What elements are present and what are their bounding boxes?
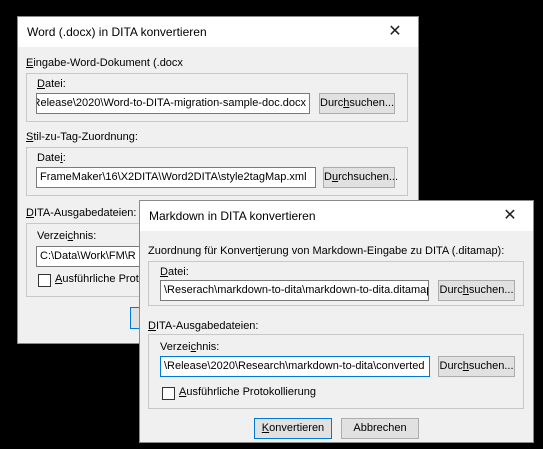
- md-dialog-titlebar: Markdown in DITA konvertieren ✕: [140, 201, 533, 231]
- word-dialog-title: Word (.docx) in DITA konvertieren: [27, 25, 207, 39]
- word-file-browse-button[interactable]: Durchsuchen...: [319, 93, 395, 114]
- md-output-section-label: DITA-Ausgabedateien:: [148, 320, 259, 332]
- md-convert-button[interactable]: Konvertieren: [254, 418, 332, 439]
- word-file-field[interactable]: Release\2020\Word-to-DITA-migration-samp…: [36, 93, 310, 114]
- word-style-section-label: Stil-zu-Tag-Zuordnung:: [26, 131, 138, 143]
- md-logging-checkbox[interactable]: [162, 387, 175, 400]
- word-output-section-label: DITA-Ausgabedateien:: [26, 207, 137, 219]
- md-file-browse-button[interactable]: Durchsuchen...: [438, 280, 515, 301]
- md-file-group: Datei: \Reserach\markdown-to-dita\markdo…: [148, 261, 524, 306]
- word-file-group: Datei: Release\2020\Word-to-DITA-migrati…: [26, 73, 408, 122]
- md-dialog-title: Markdown in DITA konvertieren: [149, 209, 316, 223]
- md-dialog-close-icon[interactable]: ✕: [487, 201, 533, 231]
- md-logging-label: Ausführliche Protokollierung: [179, 386, 316, 398]
- word-style-browse-button[interactable]: Durchsuchen...: [323, 167, 398, 188]
- md-directory-label: Verzeichnis:: [160, 341, 220, 353]
- markdown-to-dita-dialog: Markdown in DITA konvertieren ✕ Zuordnun…: [139, 200, 534, 443]
- word-directory-label: Verzeichnis:: [37, 230, 97, 242]
- md-directory-field[interactable]: \Release\2020\Research\markdown-to-dita\…: [160, 356, 430, 377]
- md-mapping-section-label: Zuordnung für Konvertierung von Markdown…: [148, 245, 505, 257]
- word-style-file-field[interactable]: FrameMaker\16\X2DITA\Word2DITA\style2tag…: [36, 167, 316, 188]
- word-dialog-titlebar: Word (.docx) in DITA konvertieren ✕: [18, 17, 418, 47]
- word-style-file-label: Datei:: [37, 152, 66, 164]
- word-logging-checkbox[interactable]: [38, 274, 51, 287]
- md-cancel-button[interactable]: Abbrechen: [341, 418, 419, 439]
- word-file-label: Datei:: [37, 78, 66, 90]
- word-dialog-close-icon[interactable]: ✕: [372, 17, 418, 47]
- md-file-label: Datei:: [160, 266, 189, 278]
- word-input-section-label: Eingabe-Word-Dokument (.docx: [26, 57, 183, 69]
- md-file-field[interactable]: \Reserach\markdown-to-dita\markdown-to-d…: [160, 280, 429, 301]
- md-output-group: Verzeichnis: \Release\2020\Research\mark…: [148, 334, 524, 409]
- word-style-group: Datei: FrameMaker\16\X2DITA\Word2DITA\st…: [26, 147, 408, 196]
- md-directory-browse-button[interactable]: Durchsuchen...: [438, 356, 515, 377]
